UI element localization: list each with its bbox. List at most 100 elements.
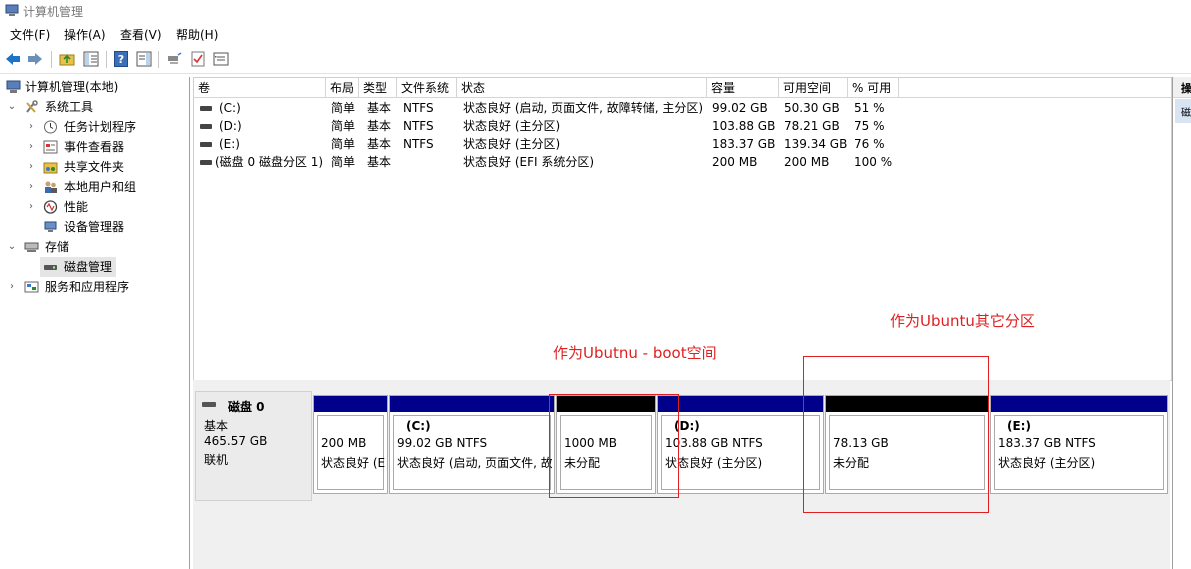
chevron-right-icon[interactable]: ›: [26, 117, 36, 137]
column-header-percent-free[interactable]: % 可用: [848, 78, 899, 98]
partition-body: (C:) 99.02 GB NTFS 状态良好 (启动, 页面文件, 故障转储,…: [393, 415, 552, 490]
menu-action[interactable]: 操作(A): [64, 26, 106, 43]
partition-e[interactable]: (E:) 183.37 GB NTFS 状态良好 (主分区): [990, 395, 1168, 494]
chevron-right-icon[interactable]: ›: [26, 137, 36, 157]
disk-type: 基本: [204, 419, 229, 433]
event-viewer-icon: [43, 140, 58, 154]
menu-file[interactable]: 文件(F): [10, 26, 50, 43]
chevron-right-icon[interactable]: ›: [26, 177, 36, 197]
cell-layout: 简单: [331, 137, 356, 151]
disk-icon: [202, 402, 216, 407]
disk-name: 磁盘 0: [228, 400, 265, 414]
partition-size: 99.02 GB NTFS: [397, 436, 488, 450]
menu-help[interactable]: 帮助(H): [176, 26, 218, 43]
cell-capacity: 200 MB: [712, 155, 758, 169]
actions-header: 操: [1173, 77, 1191, 98]
partition-status: 状态良好 (EFI 系统分区): [321, 456, 386, 470]
cell-capacity: 99.02 GB: [712, 101, 768, 115]
disk-info-box[interactable]: 磁盘 0 基本 465.57 GB 联机: [195, 391, 312, 501]
volume-icon: [200, 106, 212, 111]
column-header-capacity[interactable]: 容量: [707, 78, 779, 98]
chevron-right-icon[interactable]: ›: [26, 197, 36, 217]
services-icon: [24, 281, 39, 293]
partition-body: (D:) 103.88 GB NTFS 状态良好 (主分区): [661, 415, 820, 490]
checklist-icon[interactable]: [189, 50, 207, 68]
partition-bar: [658, 396, 823, 412]
cell-free-space: 78.21 GB: [784, 119, 840, 133]
tree-item-root[interactable]: 计算机管理(本地): [0, 77, 188, 97]
column-header-free-space[interactable]: 可用空间: [779, 78, 848, 98]
tree-label: 服务和应用程序: [45, 280, 130, 294]
partition-size: 183.37 GB NTFS: [998, 436, 1096, 450]
tree-item-event-viewer[interactable]: › 事件查看器: [0, 137, 188, 157]
action-pane-icon[interactable]: [135, 50, 153, 68]
cell-capacity: 103.88 GB: [712, 119, 776, 133]
tree-item-storage[interactable]: ⌄ 存储: [0, 237, 188, 257]
column-header-status[interactable]: 状态: [457, 78, 707, 98]
partition-body: (E:) 183.37 GB NTFS 状态良好 (主分区): [994, 415, 1164, 490]
partition-c[interactable]: (C:) 99.02 GB NTFS 状态良好 (启动, 页面文件, 故障转储,…: [389, 395, 555, 494]
cell-volume: (E:): [219, 137, 240, 151]
tree-item-services-apps[interactable]: › 服务和应用程序: [0, 277, 188, 297]
tree-item-disk-management[interactable]: 磁盘管理: [40, 257, 116, 277]
cell-volume: (D:): [219, 119, 242, 133]
annotation-other-label: 作为Ubuntu其它分区: [890, 312, 1035, 330]
svg-text:?: ?: [118, 53, 124, 66]
chevron-down-icon[interactable]: ⌄: [7, 97, 17, 117]
tree-item-local-users[interactable]: › 本地用户和组: [0, 177, 188, 197]
tree-item-shared-folders[interactable]: › 共享文件夹: [0, 157, 188, 177]
partition-d[interactable]: (D:) 103.88 GB NTFS 状态良好 (主分区): [657, 395, 824, 494]
cell-type: 基本: [367, 101, 392, 115]
column-header-layout[interactable]: 布局: [326, 78, 359, 98]
up-folder-icon[interactable]: [58, 50, 76, 68]
disk-status: 联机: [204, 453, 229, 467]
tree-item-task-scheduler[interactable]: › 任务计划程序: [0, 117, 188, 137]
title-bar: 计算机管理: [0, 0, 1191, 22]
chevron-right-icon[interactable]: ›: [7, 277, 17, 297]
toolbar-separator: [51, 51, 52, 68]
storage-icon: [24, 242, 39, 252]
cell-layout: 简单: [331, 155, 356, 169]
column-header-type[interactable]: 类型: [359, 78, 397, 98]
actions-item[interactable]: 磁: [1175, 99, 1191, 123]
console-tree: 计算机管理(本地) ⌄ 系统工具 › 任务计划程序 › 事件查看器 › 共享文件…: [0, 77, 190, 569]
tree-label: 事件查看器: [64, 140, 125, 154]
disk-size: 465.57 GB: [204, 434, 268, 448]
tree-item-system-tools[interactable]: ⌄ 系统工具: [0, 97, 188, 117]
tree-label: 共享文件夹: [64, 160, 125, 174]
cell-volume: (C:): [219, 101, 241, 115]
cell-percent-free: 76 %: [854, 137, 885, 151]
partition-status: 状态良好 (主分区): [998, 456, 1096, 470]
shared-folder-icon: [43, 162, 58, 174]
cell-status: 状态良好 (主分区): [463, 119, 561, 133]
properties-icon[interactable]: [212, 50, 230, 68]
computer-management-icon: [6, 80, 21, 93]
tree-item-device-manager[interactable]: 设备管理器: [0, 217, 188, 237]
device-manager-icon: [44, 221, 57, 232]
cell-filesystem: NTFS: [403, 101, 434, 115]
connect-icon[interactable]: [165, 50, 183, 68]
chevron-right-icon[interactable]: ›: [26, 157, 36, 177]
column-header-volume[interactable]: 卷: [194, 78, 326, 98]
tree-item-performance[interactable]: › 性能: [0, 197, 188, 217]
console-tree-icon[interactable]: [82, 50, 100, 68]
column-header-filesystem[interactable]: 文件系统: [397, 78, 457, 98]
partition-bar: [314, 396, 387, 412]
computer-management-icon: [5, 4, 19, 16]
menu-view[interactable]: 查看(V): [120, 26, 162, 43]
clock-icon: [44, 120, 57, 134]
cell-volume: (磁盘 0 磁盘分区 1): [215, 155, 324, 169]
cell-filesystem: NTFS: [403, 119, 434, 133]
cell-percent-free: 100 %: [854, 155, 893, 169]
cell-type: 基本: [367, 137, 392, 151]
tree-label: 存储: [45, 240, 70, 254]
partition-body: 200 MB 状态良好 (EFI 系统分区): [317, 415, 386, 490]
chevron-down-icon[interactable]: ⌄: [7, 237, 17, 257]
back-arrow-icon[interactable]: [4, 50, 22, 68]
partition-bar: [390, 396, 554, 412]
partition-efi[interactable]: 200 MB 状态良好 (EFI 系统分区): [313, 395, 388, 494]
actions-pane: 操 磁: [1172, 77, 1191, 569]
forward-arrow-icon[interactable]: [26, 50, 44, 68]
help-icon[interactable]: ?: [112, 50, 130, 68]
actions-title: 操: [1181, 82, 1191, 95]
